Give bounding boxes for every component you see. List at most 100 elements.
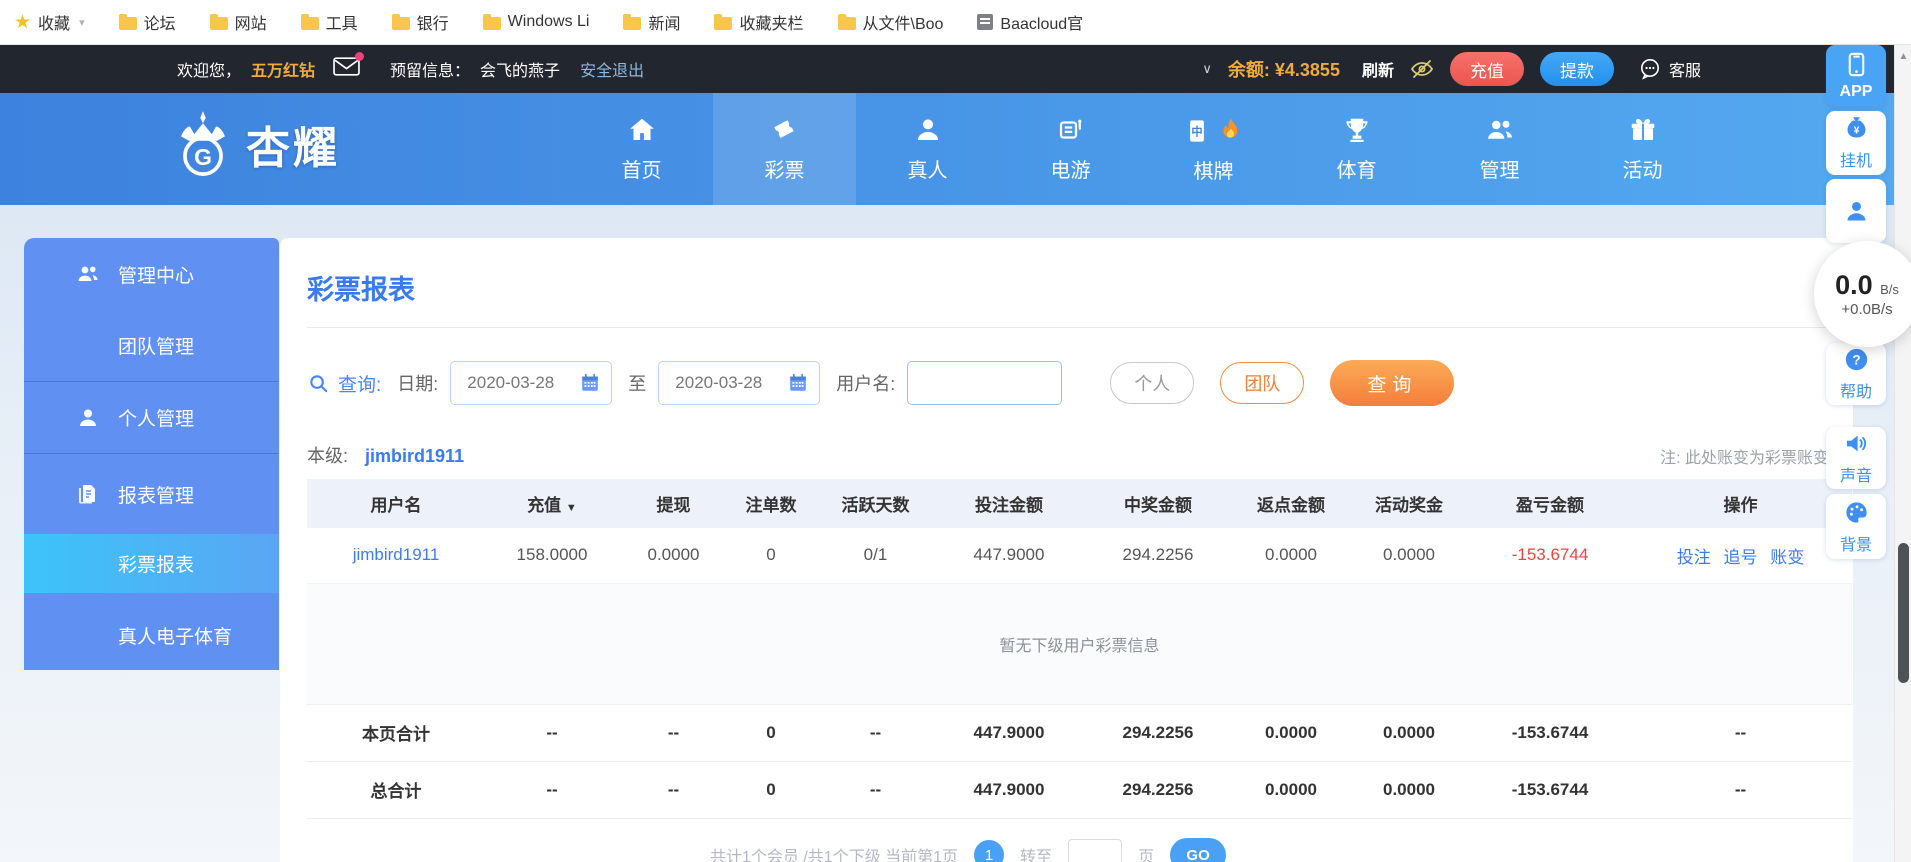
account-topbar: 欢迎您， 五万红钻 预留信息： 会飞的燕子 安全退出 ∨ 余额: ¥4.3855… <box>0 45 1911 93</box>
team-button[interactable]: 团队 <box>1220 362 1305 404</box>
nav-label: 管理 <box>1479 160 1520 182</box>
total-cell: 0 <box>728 761 814 819</box>
search-button[interactable]: 查询 <box>1330 360 1455 406</box>
balance-caret-icon[interactable]: ∨ <box>1202 61 1212 77</box>
withdraw-button[interactable]: 提款 <box>1539 52 1614 86</box>
col-recharge-sortable[interactable]: 充值 ▼ <box>485 479 619 528</box>
bookmark-folder[interactable]: 网站 <box>209 10 267 34</box>
trophy-icon <box>1345 118 1368 142</box>
help-label: 帮助 <box>1839 384 1872 401</box>
background-button[interactable]: 背景 <box>1826 494 1886 559</box>
calendar-icon <box>582 373 599 391</box>
bookmark-folder[interactable]: 从文件\Boo <box>837 10 943 34</box>
chat-bubble-icon <box>1640 59 1659 80</box>
goto-page-input[interactable] <box>1068 839 1123 862</box>
page-icon <box>977 14 994 30</box>
screen: ★ 收藏 ▾ 论坛 网站 工具 银行 Windows Li 新闻 收藏夹栏 从文… <box>0 0 1911 862</box>
table-header-row: 用户名 充值 ▼ 提现 注单数 活跃天数 投注金额 中奖金额 返点金额 活动奖金… <box>307 479 1852 528</box>
total-cell: 447.9000 <box>937 704 1081 762</box>
balance-value: ¥4.3855 <box>1274 60 1340 80</box>
profile-button[interactable] <box>1826 179 1886 243</box>
app-download-button[interactable]: APP <box>1826 45 1886 107</box>
empty-state-text: 暂无下级用户彩票信息 <box>307 583 1852 705</box>
col-bonus: 活动奖金 <box>1347 479 1471 528</box>
nav-item-sports[interactable]: 体育 <box>1285 93 1428 205</box>
nav-item-live[interactable]: 真人 <box>856 93 999 205</box>
personal-button[interactable]: 个人 <box>1110 362 1195 404</box>
bookmark-folder[interactable]: 新闻 <box>623 10 680 34</box>
mahjong-tile-icon: 中 <box>1189 120 1204 142</box>
help-button[interactable]: ? 帮助 <box>1826 343 1886 405</box>
account-change-link[interactable]: 账变 <box>1770 548 1804 567</box>
empty-state-row: 暂无下级用户彩票信息 <box>307 583 1852 705</box>
bet-records-link[interactable]: 投注 <box>1677 548 1711 567</box>
page-unit-label: 页 <box>1138 849 1155 862</box>
bookmark-folder[interactable]: 工具 <box>300 10 358 34</box>
total-cell: -- <box>1629 704 1852 762</box>
sidebar-item-live-egames-sports[interactable]: 真人电子体育 <box>24 600 279 670</box>
sidebar-item-lottery-report[interactable]: 彩票报表 <box>24 534 279 593</box>
sidebar-label: 团队管理 <box>118 337 195 358</box>
network-speed-widget[interactable]: 0.0 B/s +0.0B/s <box>1814 241 1911 347</box>
nav-item-boardgames[interactable]: 中 棋牌 <box>1142 93 1285 205</box>
customer-service-button[interactable]: 客服 <box>1638 57 1701 81</box>
sidebar-label: 报表管理 <box>118 485 195 507</box>
auto-bet-button[interactable]: ¥ 挂机 <box>1826 111 1886 175</box>
scrollbar[interactable]: ▲ <box>1894 45 1911 862</box>
bookmark-label: Baacloud官 <box>1000 16 1084 33</box>
level-username-link[interactable]: jimbird1911 <box>365 446 464 466</box>
bookmark-folder[interactable]: Windows Li <box>482 13 589 31</box>
bookmark-folder[interactable]: 收藏夹栏 <box>714 10 804 34</box>
page-total-label: 本页合计 <box>307 704 485 762</box>
sidebar-label: 管理中心 <box>118 265 195 287</box>
to-label: 至 <box>628 374 647 394</box>
mail-button[interactable] <box>333 52 365 82</box>
username-input[interactable] <box>907 361 1063 405</box>
nav-label: 彩票 <box>764 160 805 182</box>
total-cell: -- <box>485 761 619 819</box>
site-logo[interactable]: G 杏耀 <box>168 107 340 181</box>
col-label: 充值 <box>527 496 562 515</box>
page-1-button[interactable]: 1 <box>974 840 1005 862</box>
row-username-link[interactable]: jimbird1911 <box>307 528 485 584</box>
sidebar-item-personal-management[interactable]: 个人管理 <box>24 381 279 453</box>
nav-item-home[interactable]: 首页 <box>570 93 713 205</box>
refresh-button[interactable]: 刷新 <box>1362 57 1394 81</box>
bookmark-folder[interactable]: 论坛 <box>118 10 176 34</box>
eye-off-icon[interactable] <box>1410 57 1434 81</box>
go-button[interactable]: GO <box>1170 838 1227 862</box>
person-icon <box>80 409 96 426</box>
bookmark-page[interactable]: Baacloud官 <box>977 10 1083 34</box>
sidebar-item-team-management[interactable]: 团队管理 <box>24 310 279 381</box>
bookmark-label: 论坛 <box>143 16 176 33</box>
nav-item-egames[interactable]: 电游 <box>999 93 1142 205</box>
svg-text:中: 中 <box>1191 124 1202 138</box>
chase-number-link[interactable]: 追号 <box>1724 548 1758 567</box>
favorites-menu[interactable]: ★ 收藏 ▾ <box>14 10 85 34</box>
date-from-input[interactable]: 2020-03-28 <box>450 361 613 405</box>
logout-link[interactable]: 安全退出 <box>580 57 644 81</box>
date-to-input[interactable]: 2020-03-28 <box>658 361 821 405</box>
col-withdraw: 提现 <box>619 479 728 528</box>
nav-item-activity[interactable]: 活动 <box>1571 93 1714 205</box>
sidebar-item-report-management[interactable]: 报表管理 <box>24 453 279 534</box>
nav-item-lottery[interactable]: 彩票 <box>713 93 856 205</box>
chevron-down-icon: ▾ <box>79 16 85 29</box>
date-to-value: 2020-03-28 <box>675 373 763 392</box>
goto-label: 转至 <box>1020 849 1053 862</box>
recharge-button[interactable]: 充值 <box>1449 52 1524 86</box>
sound-label: 声音 <box>1839 468 1872 485</box>
nav-label: 电游 <box>1050 160 1091 182</box>
scrollbar-thumb[interactable] <box>1898 543 1909 683</box>
sound-button[interactable]: 声音 <box>1826 427 1886 489</box>
sidebar-item-management-center[interactable]: 管理中心 <box>24 238 279 310</box>
money-bag-icon: ¥ <box>1847 117 1865 138</box>
scroll-up-icon[interactable]: ▲ <box>1895 51 1911 62</box>
nav-item-manage[interactable]: 管理 <box>1428 93 1571 205</box>
home-icon <box>629 118 654 140</box>
bookmark-folder[interactable]: 银行 <box>391 10 449 34</box>
total-cell: 294.2256 <box>1081 704 1235 762</box>
notification-dot <box>355 52 365 61</box>
report-table: 用户名 充值 ▼ 提现 注单数 活跃天数 投注金额 中奖金额 返点金额 活动奖金… <box>307 479 1852 819</box>
svg-text:G: G <box>194 144 212 170</box>
